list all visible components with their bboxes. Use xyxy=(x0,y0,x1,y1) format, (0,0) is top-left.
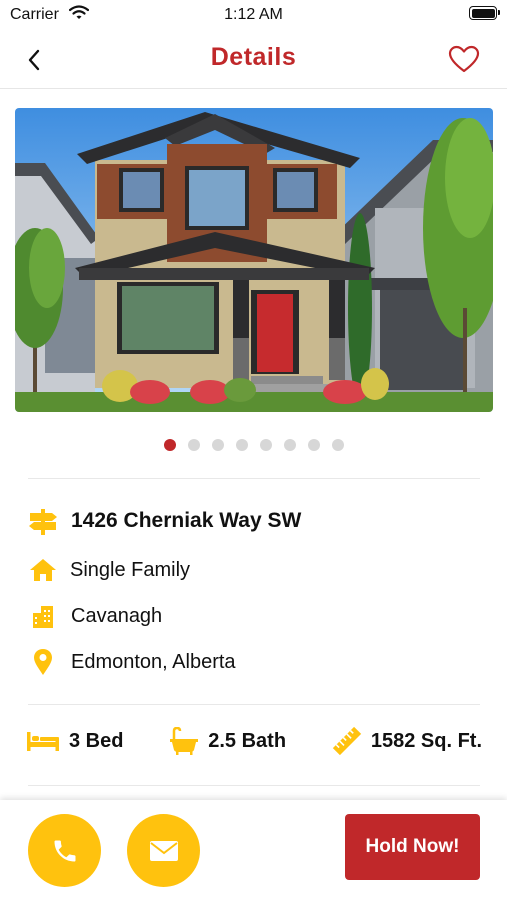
battery-icon xyxy=(469,6,500,20)
pagination-dot[interactable] xyxy=(235,439,248,451)
home-icon xyxy=(28,555,58,585)
photo-pagination xyxy=(0,439,507,451)
community-row: Cavanagh xyxy=(28,601,162,631)
phone-icon xyxy=(54,840,75,861)
property-type: Single Family xyxy=(70,558,191,581)
community-name: Cavanagh xyxy=(71,604,163,627)
area-spec: 1582 Sq. Ft. xyxy=(332,726,482,756)
baths-count: 2.5 Bath xyxy=(208,729,287,752)
divider xyxy=(28,704,480,705)
pagination-dot[interactable] xyxy=(331,439,344,451)
property-photo[interactable] xyxy=(15,108,493,412)
ruler-icon xyxy=(332,726,362,756)
baths-spec: 2.5 Bath xyxy=(169,727,286,755)
signpost-icon xyxy=(28,506,58,536)
city-buildings-icon xyxy=(28,601,58,631)
bathtub-icon xyxy=(169,727,199,755)
heart-outline-icon xyxy=(448,45,480,73)
status-bar: Carrier 1:12 AM xyxy=(0,0,507,30)
specs-row: 3 Bed 2.5 Bath 1582 Sq. Ft. xyxy=(26,724,482,758)
pagination-dot[interactable] xyxy=(187,439,200,451)
status-time: 1:12 AM xyxy=(224,6,283,23)
email-button[interactable] xyxy=(127,814,200,887)
call-button[interactable] xyxy=(28,814,101,887)
pagination-dot[interactable] xyxy=(307,439,320,451)
beds-count: 3 Bed xyxy=(69,729,124,752)
beds-spec: 3 Bed xyxy=(26,730,123,753)
bottom-action-bar: Hold Now! xyxy=(0,800,507,900)
favorite-button[interactable] xyxy=(446,42,482,76)
mail-icon xyxy=(149,840,178,861)
divider xyxy=(28,785,480,786)
area-size: 1582 Sq. Ft. xyxy=(370,729,482,752)
page-title: Details xyxy=(210,43,297,71)
hold-now-button[interactable]: Hold Now! xyxy=(345,814,480,880)
city-name: Edmonton, Alberta xyxy=(71,650,236,673)
property-type-row: Single Family xyxy=(28,555,190,585)
pagination-dot[interactable] xyxy=(283,439,296,451)
listing-address: 1426 Cherniak Way SW xyxy=(71,509,302,532)
pagination-dot[interactable] xyxy=(163,439,176,451)
pagination-dot[interactable] xyxy=(211,439,224,451)
pagination-dot[interactable] xyxy=(259,439,272,451)
bed-icon xyxy=(26,730,60,752)
city-row: Edmonton, Alberta xyxy=(28,647,236,677)
address-row: 1426 Cherniak Way SW xyxy=(28,506,301,536)
navigation-bar: Details xyxy=(0,30,507,89)
location-pin-icon xyxy=(28,647,58,677)
divider xyxy=(28,478,480,479)
